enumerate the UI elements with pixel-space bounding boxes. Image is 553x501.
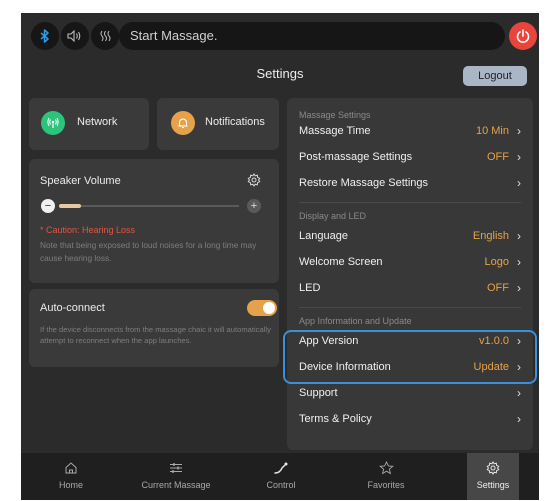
auto-connect-toggle[interactable] [247, 300, 277, 316]
nav-favorites[interactable]: Favorites [331, 453, 441, 500]
toggle-knob [263, 302, 275, 314]
nav-home[interactable]: Home [21, 453, 121, 500]
support-label: Support [299, 387, 338, 399]
gear-icon [486, 461, 500, 475]
nav-control-label: Control [266, 480, 296, 490]
sliders-icon [170, 463, 182, 473]
terms-label: Terms & Policy [299, 413, 372, 425]
chevron-right-icon: › [517, 124, 521, 138]
chevron-right-icon: › [517, 150, 521, 164]
nav-home-label: Home [58, 480, 83, 490]
welcome-value: Logo [484, 256, 509, 268]
nav-current-massage[interactable]: Current Massage [121, 453, 231, 500]
led-value: OFF [487, 282, 509, 294]
section-display-led: Display and LED [299, 211, 367, 221]
status-bar[interactable]: Start Massage. [119, 22, 505, 50]
logout-button[interactable]: Logout [463, 66, 527, 86]
hearing-note: Note that being exposed to loud noises f… [40, 240, 257, 263]
post-massage-label: Post-massage Settings [299, 151, 413, 163]
gear-icon[interactable] [247, 173, 261, 192]
home-icon [65, 462, 77, 474]
massage-time-value: 10 Min [475, 125, 509, 137]
post-massage-value: OFF [487, 151, 509, 163]
notifications-label: Notifications [205, 116, 265, 128]
chevron-right-icon: › [517, 176, 521, 190]
chevron-right-icon: › [517, 386, 521, 400]
restore-label: Restore Massage Settings [299, 177, 429, 189]
quick-controls [31, 22, 119, 50]
star-icon [378, 460, 394, 475]
section-app-info: App Information and Update [299, 316, 412, 326]
bell-icon [171, 111, 195, 135]
nav-favorites-label: Favorites [367, 480, 405, 490]
volume-up-button[interactable]: + [247, 199, 261, 213]
network-button[interactable]: Network [29, 98, 149, 150]
volume-slider-fill [59, 204, 81, 208]
settings-list: Massage Settings Massage Time 10 Min › P… [287, 98, 533, 450]
app-screen: Start Massage. Settings Logout Network N… [21, 13, 539, 500]
page-title: Settings [256, 66, 304, 81]
divider [299, 307, 521, 308]
row-led[interactable]: LED OFF › [299, 278, 521, 300]
row-massage-time[interactable]: Massage Time 10 Min › [299, 121, 521, 143]
volume-slider[interactable] [59, 204, 239, 208]
notifications-button[interactable]: Notifications [157, 98, 279, 150]
speaker-icon[interactable] [61, 22, 89, 50]
chevron-right-icon: › [517, 281, 521, 295]
network-label: Network [77, 116, 118, 128]
row-welcome-screen[interactable]: Welcome Screen Logo › [299, 252, 521, 274]
app-info-highlight [283, 330, 537, 384]
row-support[interactable]: Support › [299, 383, 521, 405]
auto-connect-title: Auto-connect [40, 302, 105, 314]
power-icon [516, 29, 530, 43]
nav-settings-label: Settings [476, 480, 510, 490]
speaker-volume-title: Speaker Volume [40, 175, 121, 187]
bottom-nav: Home Current Massage Control Favorites S… [21, 453, 539, 500]
nav-current-massage-label: Current Massage [141, 480, 211, 490]
massage-time-label: Massage Time [299, 125, 371, 137]
row-language[interactable]: Language English › [299, 226, 521, 248]
row-terms-policy[interactable]: Terms & Policy › [299, 409, 521, 431]
auto-connect-card: Auto-connect If the device disconnects f… [29, 289, 279, 367]
chevron-right-icon: › [517, 255, 521, 269]
power-button[interactable] [509, 22, 537, 50]
speaker-volume-card: Speaker Volume − + * Caution: Hearing Lo… [29, 159, 279, 283]
language-label: Language [299, 230, 348, 242]
nav-control[interactable]: Control [231, 453, 331, 500]
bluetooth-icon[interactable] [31, 22, 59, 50]
section-massage-settings: Massage Settings [299, 110, 371, 120]
control-icon [274, 462, 288, 474]
top-bar: Start Massage. [21, 13, 539, 59]
volume-down-button[interactable]: − [41, 199, 55, 213]
chevron-right-icon: › [517, 229, 521, 243]
welcome-label: Welcome Screen [299, 256, 383, 268]
chevron-right-icon: › [517, 412, 521, 426]
row-restore-settings[interactable]: Restore Massage Settings › [299, 173, 521, 195]
row-post-massage[interactable]: Post-massage Settings OFF › [299, 147, 521, 169]
led-label: LED [299, 282, 321, 294]
heat-icon[interactable] [91, 22, 119, 50]
language-value: English [472, 230, 509, 242]
divider [299, 202, 521, 203]
nav-settings[interactable]: Settings [467, 453, 519, 500]
auto-connect-note: If the device disconnects from the massa… [40, 325, 271, 345]
wifi-signal-icon [41, 111, 65, 135]
hearing-caution: * Caution: Hearing Loss [40, 225, 136, 235]
